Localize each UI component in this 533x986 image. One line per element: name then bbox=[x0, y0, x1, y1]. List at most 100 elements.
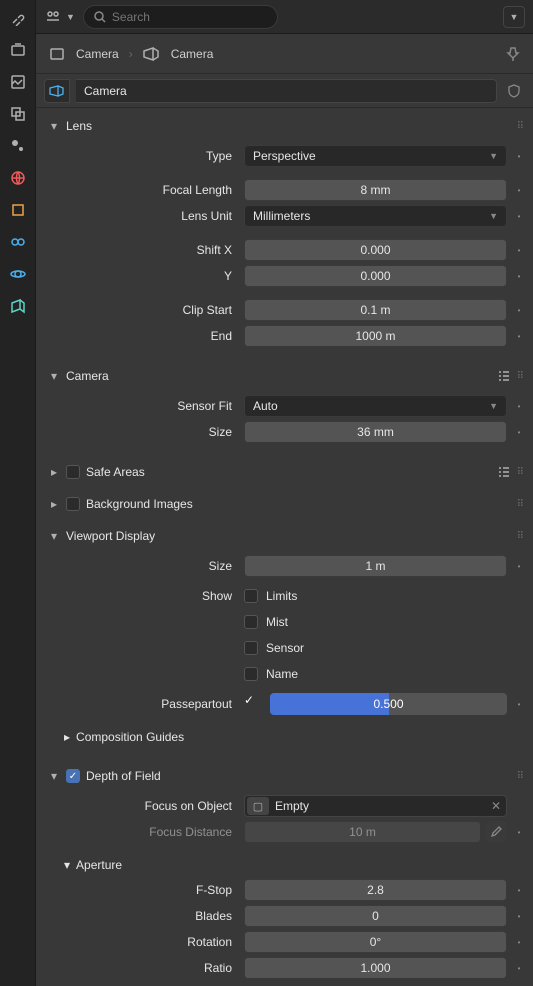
clip-start-field[interactable]: 0.1 m bbox=[244, 299, 507, 321]
datablock-name-field[interactable]: Camera bbox=[76, 79, 497, 103]
blades-field[interactable]: 0 bbox=[244, 905, 507, 927]
fake-user-icon[interactable] bbox=[503, 84, 525, 98]
sensor-fit-select[interactable]: Auto▼ bbox=[244, 395, 507, 417]
depth-of-field-panel: ▾ ✓ Depth of Field ⠿ Focus on Object ▢ E… bbox=[48, 762, 525, 986]
clear-icon[interactable]: ✕ bbox=[488, 799, 504, 813]
focus-object-picker[interactable]: ▢ Empty ✕ bbox=[244, 795, 507, 817]
physics-icon[interactable] bbox=[8, 264, 28, 284]
camera-panel-header[interactable]: ▾ Camera ⠿ bbox=[48, 362, 525, 390]
keyframe-dot[interactable]: • bbox=[513, 332, 525, 341]
safe-areas-panel: ▸ Safe Areas ⠿ bbox=[48, 458, 525, 486]
keyframe-dot[interactable]: • bbox=[513, 828, 525, 837]
breadcrumb: Camera › Camera bbox=[36, 34, 533, 74]
keyframe-dot[interactable]: • bbox=[513, 306, 525, 315]
drag-handle-icon[interactable]: ⠿ bbox=[517, 531, 525, 542]
viewlayer-icon[interactable] bbox=[8, 104, 28, 124]
scene-collection-icon[interactable] bbox=[48, 45, 66, 63]
passepartout-slider[interactable]: 0.500 bbox=[270, 693, 507, 715]
fstop-field[interactable]: 2.8 bbox=[244, 879, 507, 901]
bg-images-panel-header[interactable]: ▸ Background Images ⠿ bbox=[48, 490, 525, 518]
options-dropdown[interactable]: ▼ bbox=[503, 6, 525, 28]
focal-length-label: Focal Length bbox=[48, 183, 238, 197]
show-mist-checkbox[interactable] bbox=[244, 615, 258, 629]
search-input[interactable] bbox=[83, 5, 278, 29]
tool-icon[interactable] bbox=[8, 8, 28, 28]
show-name-checkbox[interactable] bbox=[244, 667, 258, 681]
keyframe-dot[interactable]: • bbox=[513, 912, 525, 921]
chevron-right-icon: ▸ bbox=[48, 498, 60, 510]
scene-icon[interactable] bbox=[8, 136, 28, 156]
editor-type-selector[interactable]: ▼ bbox=[44, 8, 75, 26]
object-data-icon[interactable] bbox=[8, 296, 28, 316]
viewport-size-field[interactable]: 1 m bbox=[244, 555, 507, 577]
drag-handle-icon[interactable]: ⠿ bbox=[497, 369, 525, 383]
constraint-icon[interactable] bbox=[8, 232, 28, 252]
aperture-header[interactable]: ▾ Aperture bbox=[48, 852, 525, 878]
keyframe-dot[interactable]: • bbox=[513, 212, 525, 221]
rotation-label: Rotation bbox=[48, 935, 238, 949]
chevron-right-icon: › bbox=[129, 47, 133, 61]
safe-areas-checkbox[interactable] bbox=[66, 465, 80, 479]
show-limits-checkbox[interactable] bbox=[244, 589, 258, 603]
clip-end-field[interactable]: 1000 m bbox=[244, 325, 507, 347]
dof-panel-header[interactable]: ▾ ✓ Depth of Field ⠿ bbox=[48, 762, 525, 790]
bg-images-checkbox[interactable] bbox=[66, 497, 80, 511]
output-icon[interactable] bbox=[8, 72, 28, 92]
pin-icon[interactable] bbox=[505, 46, 521, 62]
ratio-field[interactable]: 1.000 bbox=[244, 957, 507, 979]
keyframe-dot[interactable]: • bbox=[513, 938, 525, 947]
viewport-display-panel: ▾ Viewport Display ⠿ Size 1 m • Show Lim… bbox=[48, 522, 525, 758]
focal-length-field[interactable]: 8 mm bbox=[244, 179, 507, 201]
drag-handle-icon[interactable]: ⠿ bbox=[517, 499, 525, 510]
passepartout-checkbox[interactable]: ✓ bbox=[244, 693, 266, 715]
keyframe-dot[interactable]: • bbox=[513, 562, 525, 571]
object-icon[interactable] bbox=[8, 200, 28, 220]
keyframe-dot[interactable]: • bbox=[513, 246, 525, 255]
drag-handle-icon[interactable]: ⠿ bbox=[497, 465, 525, 479]
viewport-display-panel-header[interactable]: ▾ Viewport Display ⠿ bbox=[48, 522, 525, 550]
shift-x-label: Shift X bbox=[48, 243, 238, 257]
focus-distance-field: 10 m bbox=[244, 821, 481, 843]
shift-y-field[interactable]: 0.000 bbox=[244, 265, 507, 287]
render-icon[interactable] bbox=[8, 40, 28, 60]
drag-handle-icon[interactable]: ⠿ bbox=[517, 121, 525, 132]
keyframe-dot[interactable]: • bbox=[513, 186, 525, 195]
keyframe-dot[interactable]: • bbox=[513, 700, 525, 709]
keyframe-dot[interactable]: • bbox=[513, 402, 525, 411]
lens-panel-header[interactable]: ▾ Lens ⠿ bbox=[48, 112, 525, 140]
focus-distance-label: Focus Distance bbox=[48, 825, 238, 839]
keyframe-dot[interactable]: • bbox=[513, 152, 525, 161]
safe-areas-panel-header[interactable]: ▸ Safe Areas ⠿ bbox=[48, 458, 525, 486]
type-label: Type bbox=[48, 149, 238, 163]
breadcrumb-item[interactable]: Camera bbox=[76, 47, 119, 61]
keyframe-dot[interactable]: • bbox=[513, 964, 525, 973]
sensor-size-field[interactable]: 36 mm bbox=[244, 421, 507, 443]
chevron-down-icon: ▾ bbox=[48, 530, 60, 542]
fstop-label: F-Stop bbox=[48, 883, 238, 897]
lens-type-select[interactable]: Perspective▼ bbox=[244, 145, 507, 167]
search-icon bbox=[94, 11, 106, 23]
panel-title: Lens bbox=[66, 119, 92, 133]
keyframe-dot[interactable]: • bbox=[513, 428, 525, 437]
empty-object-icon[interactable]: ▢ bbox=[247, 797, 269, 815]
composition-guides-header[interactable]: ▸ Composition Guides bbox=[48, 724, 525, 750]
breadcrumb-item[interactable]: Camera bbox=[171, 47, 214, 61]
subpanel-title: Composition Guides bbox=[76, 730, 184, 744]
rotation-field[interactable]: 0° bbox=[244, 931, 507, 953]
keyframe-dot[interactable]: • bbox=[513, 272, 525, 281]
lens-unit-label: Lens Unit bbox=[48, 209, 238, 223]
world-icon[interactable] bbox=[8, 168, 28, 188]
clip-start-label: Clip Start bbox=[48, 303, 238, 317]
eyedropper-icon[interactable] bbox=[485, 821, 507, 843]
shift-x-field[interactable]: 0.000 bbox=[244, 239, 507, 261]
preset-list-icon[interactable] bbox=[497, 465, 511, 479]
show-sensor-checkbox[interactable] bbox=[244, 641, 258, 655]
keyframe-dot[interactable]: • bbox=[513, 886, 525, 895]
camera-datablock-icon[interactable] bbox=[44, 79, 70, 103]
drag-handle-icon[interactable]: ⠿ bbox=[517, 771, 525, 782]
editor-header: ▼ ▼ bbox=[36, 0, 533, 34]
preset-list-icon[interactable] bbox=[497, 369, 511, 383]
dof-checkbox[interactable]: ✓ bbox=[66, 769, 80, 783]
lens-unit-select[interactable]: Millimeters▼ bbox=[244, 205, 507, 227]
chevron-down-icon: ▾ bbox=[48, 120, 60, 132]
